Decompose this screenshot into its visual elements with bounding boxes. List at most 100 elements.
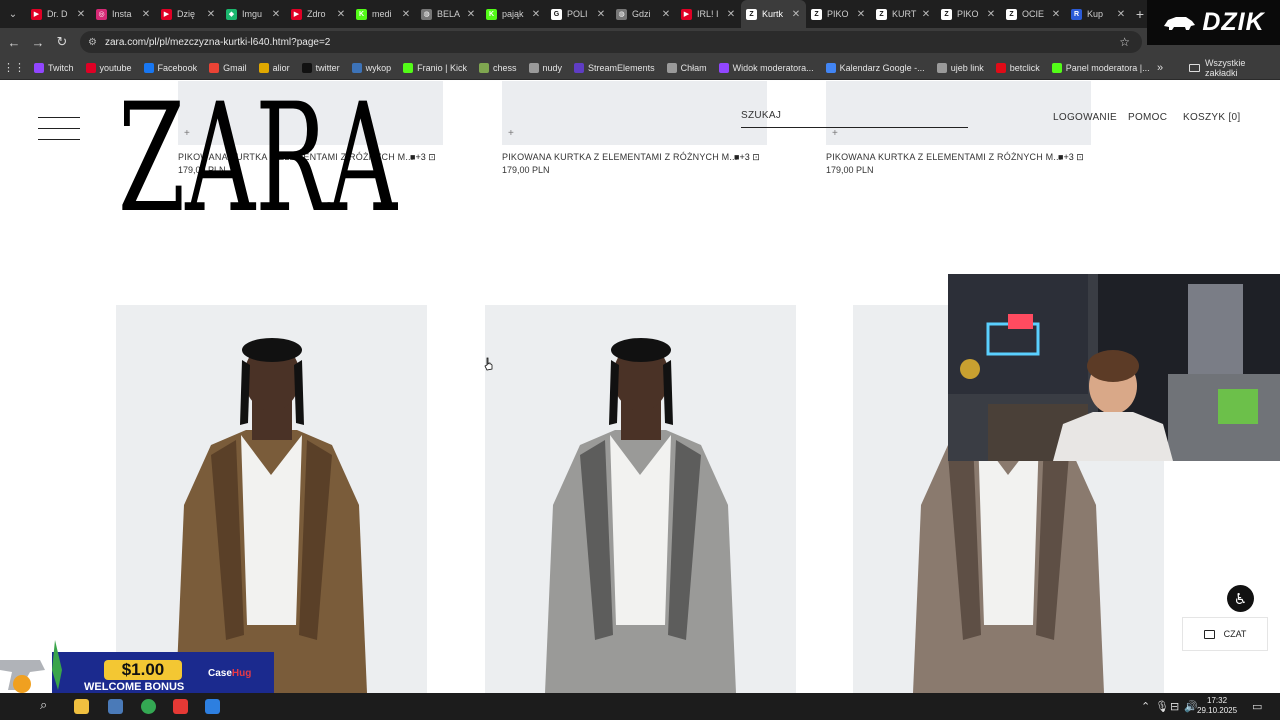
bookmark-item[interactable]: Widok moderatora... [713,62,820,73]
help-link[interactable]: POMOC [1128,112,1167,123]
search-input[interactable]: SZUKAJ [741,110,781,121]
cart-link[interactable]: KOSZYK [0] [1183,112,1240,123]
bookmark-item[interactable]: chess [473,62,523,73]
tab-strip: ▶ Dr. D ✕ ◎ Insta ✕ ▶ Dzię ✕ ◆ Imgu ✕ ▶ Zdro ✕ Kmedi ✕ ◍ B… [26,0,1131,28]
add-to-cart-icon[interactable]: + [832,128,838,139]
tab-close-icon[interactable]: ✕ [596,9,606,20]
apps-grid-icon[interactable]: ⋮⋮ [0,61,28,74]
browser-tab[interactable]: ▶ Dr. D ✕ [26,0,91,28]
browser-tab[interactable]: Z KURT ✕ [871,0,936,28]
tab-close-icon[interactable]: ✕ [76,9,86,20]
tab-close-icon[interactable]: ✕ [401,9,411,20]
bookmark-item[interactable]: Franio | Kick [397,62,473,73]
url-text[interactable]: zara.com/pl/pl/mezczyzna-kurtki-l640.htm… [105,37,330,48]
browser-tab[interactable]: Kmedi ✕ [351,0,416,28]
bookmark-item[interactable]: Gmail [203,62,253,73]
product-name[interactable]: PIKOWANA KURTKA Z ELEMENTAMI Z RÓŻNYCH M… [826,152,1061,162]
tab-close-icon[interactable]: ✕ [791,9,801,20]
obs-icon[interactable] [173,699,188,714]
tab-label: Imgu [242,9,263,19]
tab-close-icon[interactable]: ✕ [661,9,671,20]
steam-icon[interactable] [108,699,123,714]
browser-tab[interactable]: Kpająk ✕ [481,0,546,28]
tab-close-icon[interactable]: ✕ [466,9,476,20]
tab-close-icon[interactable]: ✕ [206,9,216,20]
browser-tab[interactable]: Z PIKO ✕ [936,0,1001,28]
browser-tab[interactable]: G POLI ✕ [546,0,611,28]
network-icon[interactable]: ⊟ [1170,700,1179,713]
tab-close-icon[interactable]: ✕ [1051,9,1061,20]
site-info-icon[interactable]: ⚙ [88,37,97,48]
browser-tab[interactable]: ◍ BELA ✕ [416,0,481,28]
tab-close-icon[interactable]: ✕ [141,9,151,20]
bookmark-item[interactable]: ujeb link [931,62,990,73]
tray-chevron-icon[interactable]: ⌃ [1141,700,1150,713]
browser-tab[interactable]: ◍ Gdzi ✕ [611,0,676,28]
file-explorer-icon[interactable] [74,699,89,714]
browser-tab[interactable]: ◎ Insta ✕ [91,0,156,28]
tab-close-icon[interactable]: ✕ [921,9,931,20]
bookmark-item[interactable]: Panel moderatora |... [1046,62,1156,73]
chat-button[interactable]: CZAT [1182,617,1268,651]
tab-search-icon[interactable]: ⌄ [0,0,26,28]
bookmark-item[interactable]: alior [253,62,296,73]
product-name[interactable]: PIKOWANA KURTKA Z ELEMENTAMI Z RÓŻNYCH M… [502,152,737,162]
tab-close-icon[interactable]: ✕ [986,9,996,20]
product-image[interactable] [485,305,796,693]
bookmark-star-icon[interactable]: ☆ [1119,35,1130,49]
menu-icon[interactable] [38,117,80,141]
browser-tab[interactable]: ▶ Dzię ✕ [156,0,221,28]
app-icon[interactable] [205,699,220,714]
browser-tab[interactable]: ◆ Imgu ✕ [221,0,286,28]
bookmark-item[interactable]: StreamElements [568,62,661,73]
tab-close-icon[interactable]: ✕ [1116,9,1126,20]
tab-close-icon[interactable]: ✕ [726,9,736,20]
omnibox[interactable]: ⚙ zara.com/pl/pl/mezczyzna-kurtki-l640.h… [80,31,1142,53]
product-image[interactable] [116,305,427,693]
bookmark-item[interactable]: Twitch [28,62,80,73]
tab-close-icon[interactable]: ✕ [856,9,866,20]
previous-product-image[interactable] [502,81,767,145]
bookmark-item[interactable]: wykop [346,62,398,73]
microphone-icon[interactable]: 🎙 [1155,700,1169,713]
browser-tab[interactable]: Z Kurtk ✕ [741,0,806,28]
promo-banner[interactable]: $1.00 WELCOME BONUS CaseHug [0,640,275,695]
browser-tab[interactable]: ▶ IRL! I ✕ [676,0,741,28]
bookmark-item[interactable]: Kalendarz Google -... [820,62,931,73]
browser-tab[interactable]: R Kup ✕ [1066,0,1131,28]
tab-close-icon[interactable]: ✕ [336,9,346,20]
browser-tab[interactable]: Z PIKO ✕ [806,0,871,28]
clock[interactable]: 17:32 29.10.2025 [1197,696,1237,716]
tab-close-icon[interactable]: ✕ [531,9,541,20]
add-to-cart-icon[interactable]: + [508,128,514,139]
color-swatches[interactable]: ■+3 ⊡ [410,152,436,163]
chrome-icon[interactable] [141,699,156,714]
bookmark-item[interactable]: twitter [296,62,346,73]
tab-close-icon[interactable]: ✕ [271,9,281,20]
folder-icon [1189,63,1200,72]
bookmarks-overflow-icon[interactable]: » [1157,62,1163,74]
color-swatches[interactable]: ■+3 ⊡ [734,152,760,163]
promo-text: WELCOME BONUS [84,681,185,693]
zara-logo[interactable]: ZARA [118,96,398,214]
accessibility-icon[interactable]: ♿ [1227,585,1254,612]
notifications-icon[interactable]: ▭ [1252,700,1262,713]
previous-product-image[interactable] [826,81,1091,145]
login-link[interactable]: LOGOWANIE [1053,112,1117,123]
bookmark-item[interactable]: Facebook [138,62,204,73]
back-icon[interactable]: ← [2,28,26,56]
tab-favicon-icon: ◍ [421,8,432,20]
color-swatches[interactable]: ■+3 ⊡ [1058,152,1084,163]
browser-tab[interactable]: Z OCIE ✕ [1001,0,1066,28]
volume-icon[interactable]: 🔊 [1184,700,1198,713]
forward-icon[interactable]: → [26,28,50,56]
browser-tab[interactable]: ▶ Zdro ✕ [286,0,351,28]
bookmark-item[interactable]: Chłam [661,62,713,73]
bookmark-item[interactable]: betclick [990,62,1046,73]
search-icon[interactable]: ⌕ [40,697,55,712]
bookmark-item[interactable]: nudy [523,62,569,73]
all-bookmarks-button[interactable]: Wszystkie zakładki [1189,58,1280,78]
tab-favicon-icon: Z [811,8,822,20]
bookmark-item[interactable]: youtube [80,62,138,73]
reload-icon[interactable]: ↻ [50,28,74,56]
